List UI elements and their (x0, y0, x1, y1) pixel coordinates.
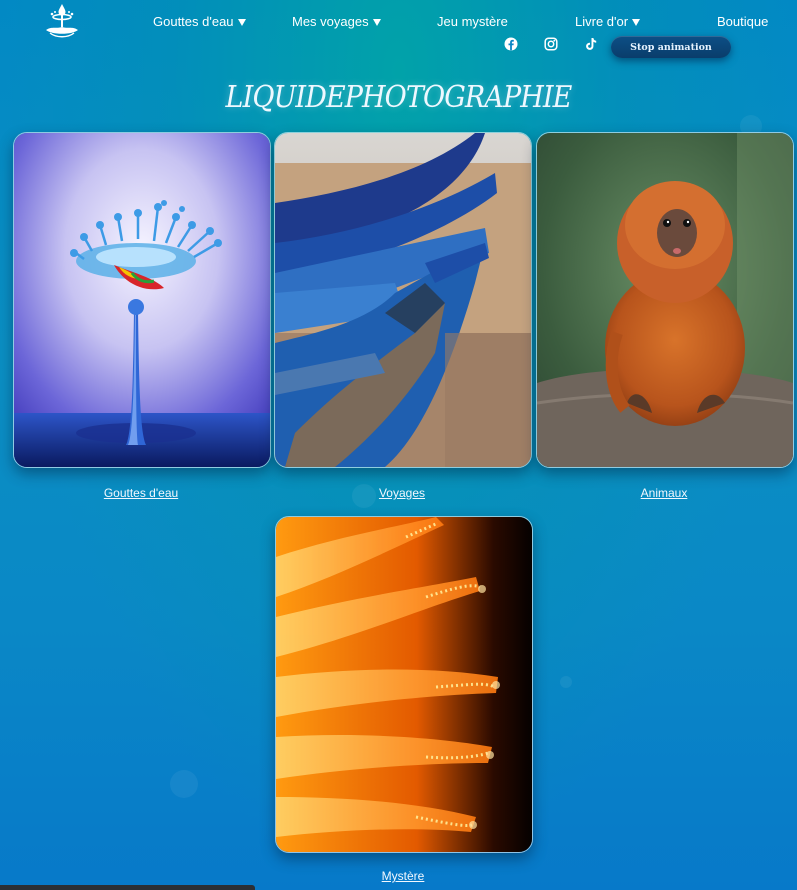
boats-photo (275, 133, 531, 467)
gallery-caption[interactable]: Mystère (275, 869, 531, 883)
tiktok-icon[interactable] (584, 37, 598, 51)
gallery-caption[interactable]: Gouttes d'eau (13, 486, 269, 500)
gallery-card-mystere[interactable] (275, 516, 533, 853)
nav-label: Boutique (717, 14, 769, 29)
nav-mes-voyages[interactable]: Mes voyages (292, 14, 381, 29)
water-drop-photo (14, 133, 270, 467)
background-bubble (170, 770, 198, 798)
facebook-icon[interactable] (504, 37, 518, 51)
gallery-card-gouttes-deau[interactable] (13, 132, 271, 468)
nav-label: Livre d'or (575, 14, 629, 29)
page-title: LIQUIDEPHOTOGRAPHIE (225, 80, 573, 115)
chevron-down-icon (372, 18, 381, 26)
gallery-card-animaux[interactable] (536, 132, 794, 468)
nav-gouttes-deau[interactable]: Gouttes d'eau (153, 14, 246, 29)
chevron-down-icon (632, 18, 641, 26)
gallery-caption[interactable]: Animaux (536, 486, 792, 500)
gallery-caption[interactable]: Voyages (274, 486, 530, 500)
nav-livre-dor[interactable]: Livre d'or (575, 14, 641, 29)
nav-boutique[interactable]: Boutique (717, 14, 768, 29)
instagram-icon[interactable] (544, 37, 558, 51)
chevron-down-icon (237, 18, 246, 26)
stop-animation-button[interactable]: Stop animation (611, 36, 731, 58)
flower-macro-photo (276, 517, 532, 852)
scroll-indicator-bar (0, 885, 255, 890)
nav-label: Jeu mystère (437, 14, 508, 29)
tamarin-photo (537, 133, 793, 467)
nav-label: Mes voyages (292, 14, 369, 29)
background-bubble (560, 676, 572, 688)
nav-jeu-mystere[interactable]: Jeu mystère (437, 14, 508, 29)
site-logo[interactable] (42, 2, 82, 40)
nav-label: Gouttes d'eau (153, 14, 234, 29)
gallery-card-voyages[interactable] (274, 132, 532, 468)
